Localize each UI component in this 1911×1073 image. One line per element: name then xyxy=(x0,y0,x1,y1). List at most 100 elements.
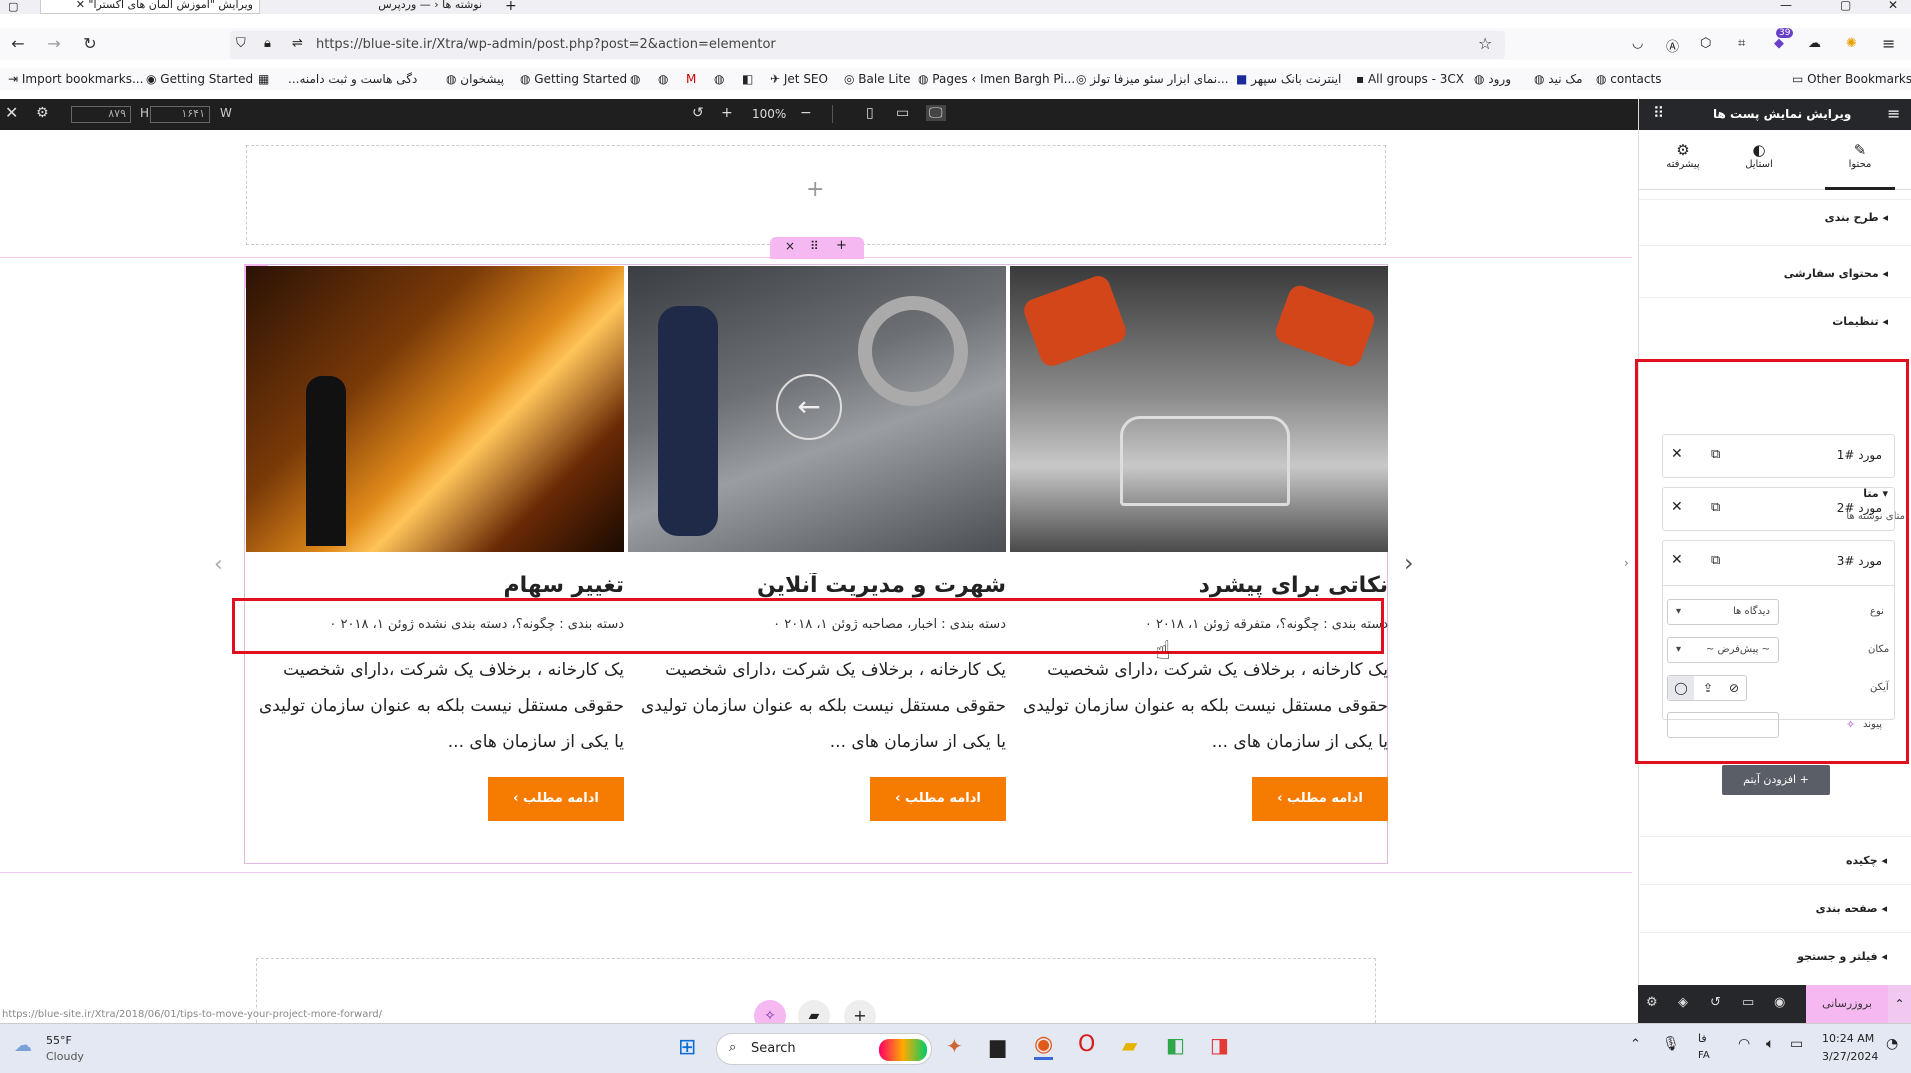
forward-icon[interactable]: → xyxy=(44,34,64,54)
link-input[interactable] xyxy=(1667,712,1779,738)
section-custom-content[interactable]: ◂ محتوای سفارشی xyxy=(1639,245,1911,293)
pocket-icon[interactable]: ◡ xyxy=(1632,36,1643,51)
close-window-icon[interactable]: ✕ xyxy=(1888,0,1898,12)
remove-icon[interactable]: ✕ xyxy=(1671,552,1683,568)
recorder-icon[interactable]: ◨ xyxy=(1210,1033,1229,1057)
read-more-button[interactable]: ادامه مطلب › xyxy=(1252,777,1388,821)
slider-arrow-icon[interactable]: ← xyxy=(776,374,842,440)
bookmark-star-icon[interactable]: ☆ xyxy=(1478,34,1492,53)
minimize-icon[interactable]: — xyxy=(1780,0,1792,12)
read-more-button[interactable]: ادامه مطلب › xyxy=(870,777,1006,821)
zoom-in-icon[interactable]: + xyxy=(721,105,733,121)
bookmark-item[interactable]: ◍ xyxy=(630,72,640,86)
undo-icon[interactable]: ↺ xyxy=(692,105,704,121)
section-handle[interactable]: × ⠿ + xyxy=(770,237,864,259)
carousel-prev-icon[interactable]: ‹ xyxy=(214,552,223,577)
hamburger-icon[interactable]: ≡ xyxy=(1887,104,1900,123)
wifi-icon[interactable]: ◠ xyxy=(1738,1036,1750,1052)
add-item-button[interactable]: + افزودن آیتم xyxy=(1722,765,1830,795)
tab-style[interactable]: ◐ استایل xyxy=(1735,141,1783,170)
file-explorer-icon[interactable]: ▰ xyxy=(1122,1033,1137,1057)
bookmark-item[interactable]: ◍ پیشخوان xyxy=(446,72,504,86)
extension-icon[interactable]: ◆ xyxy=(1774,36,1784,51)
post-title[interactable]: تغییر سهام xyxy=(246,573,624,598)
tab-advanced[interactable]: ⚙ پیشرفته xyxy=(1659,141,1707,170)
duplicate-icon[interactable]: ⧉ xyxy=(1711,553,1720,568)
desktop-icon[interactable]: 🖵︎ xyxy=(926,105,946,121)
bookmark-item[interactable]: ◎ نمای ابزار سئو میزفا تولز... xyxy=(1076,72,1229,86)
language-indicator[interactable]: فا xyxy=(1698,1032,1707,1045)
history-icon[interactable]: ↺ xyxy=(1710,995,1721,1010)
tablet-icon[interactable]: ▭ xyxy=(896,105,909,121)
duplicate-icon[interactable]: ⧉ xyxy=(1711,447,1720,462)
bookmark-item[interactable]: ◍ xyxy=(658,72,668,86)
windows-start-icon[interactable]: ⊞ xyxy=(678,1035,696,1060)
bookmark-item[interactable]: دگی هاست و ثبت دامنه... xyxy=(288,72,417,86)
section-filter-search[interactable]: ◂ فیلتر و جستجو xyxy=(1638,932,1911,980)
chevron-up-icon[interactable]: ⌃ xyxy=(1888,985,1911,1023)
maximize-icon[interactable]: ▢ xyxy=(1840,0,1851,12)
upload-icon[interactable]: ⇪ xyxy=(1695,676,1721,700)
browser-tab-active[interactable]: ویرایش "آموزش المان های اکسترا" ✕ xyxy=(40,0,260,14)
bookmark-item[interactable]: ▭ Other Bookmarks xyxy=(1792,72,1911,86)
bookmark-item[interactable]: ◍ Pages ‹ Imen Bargh Pi... xyxy=(918,72,1075,86)
clock-time[interactable]: 10:24 AM xyxy=(1822,1032,1874,1045)
close-icon[interactable]: ✕ xyxy=(5,103,18,122)
zoom-out-icon[interactable]: − xyxy=(800,105,812,121)
post-image[interactable] xyxy=(246,266,624,552)
new-tab-icon[interactable]: + xyxy=(505,0,517,14)
bookmark-item[interactable]: ◎ Bale Lite xyxy=(844,72,911,86)
post-title[interactable]: شهرت و مدیریت آنلاین xyxy=(628,573,1006,598)
close-icon[interactable]: ✕ xyxy=(76,0,85,11)
comment-icon[interactable]: ◯ xyxy=(1668,676,1694,700)
update-button[interactable]: بروزرسانی xyxy=(1806,985,1888,1023)
weather-temp[interactable]: 55°F xyxy=(46,1034,72,1047)
bookmark-item[interactable]: ◍ ورود xyxy=(1474,72,1511,86)
post-image[interactable] xyxy=(1010,266,1388,552)
delete-section-icon[interactable]: × xyxy=(785,239,795,253)
bookmark-item[interactable]: ◉ Getting Started xyxy=(146,72,253,86)
remove-icon[interactable]: ✕ xyxy=(1671,499,1683,515)
bookmark-item[interactable]: ◍ xyxy=(714,72,724,86)
shield-icon[interactable]: ⛉ xyxy=(236,36,246,51)
gear-icon[interactable]: ⚙ xyxy=(36,105,49,121)
browser-tab[interactable]: نوشته ها ‹ — وردپرس xyxy=(268,0,488,14)
add-section-icon[interactable]: + xyxy=(806,177,824,202)
none-icon[interactable]: ⊘ xyxy=(1721,676,1747,700)
section-pagination[interactable]: ◂ صفحه بندی xyxy=(1638,884,1911,932)
bookmark-item[interactable]: ▦ xyxy=(258,72,269,86)
section-excerpt[interactable]: ◂ چکیده xyxy=(1638,836,1911,884)
position-select[interactable]: ~ پیش‌فرض ~ ▾ xyxy=(1667,637,1779,663)
repeater-item[interactable]: مورد #2 ⧉ ✕ xyxy=(1662,487,1895,531)
crop-icon[interactable]: ⌗ xyxy=(1738,36,1745,51)
tray-chevron-icon[interactable]: ⌃ xyxy=(1630,1037,1641,1052)
responsive-icon[interactable]: ▭ xyxy=(1742,995,1754,1010)
navigator-icon[interactable]: ◈ xyxy=(1678,995,1688,1010)
repeater-item[interactable]: مورد #1 ⧉ ✕ xyxy=(1662,434,1895,478)
bookmark-item[interactable]: M xyxy=(686,72,696,86)
bookmark-item[interactable]: ▪ All groups - 3CX xyxy=(1356,72,1464,86)
dynamic-tags-icon[interactable]: ✧ xyxy=(1846,718,1855,731)
url-text[interactable]: https://blue-site.ir/Xtra/wp-admin/post.… xyxy=(316,37,776,52)
drag-section-icon[interactable]: ⠿ xyxy=(810,239,819,253)
vpn-icon[interactable]: ☁ xyxy=(1808,36,1821,51)
menu-icon[interactable]: ≡ xyxy=(1882,34,1895,53)
copilot-icon[interactable]: ✦ xyxy=(946,1034,963,1058)
extensions-icon[interactable]: ⬡ xyxy=(1700,36,1711,51)
camtasia-icon[interactable]: ◧ xyxy=(1166,1033,1185,1057)
addon-icon[interactable]: ✺ xyxy=(1846,36,1857,51)
account-icon[interactable]: Ⓐ xyxy=(1666,36,1679,55)
type-select[interactable]: دیدگاه ها ▾ xyxy=(1667,599,1779,625)
preview-icon[interactable]: ◉ xyxy=(1774,995,1785,1010)
battery-icon[interactable]: ▭ xyxy=(1790,1036,1803,1052)
notification-icon[interactable]: ◔ xyxy=(1886,1036,1898,1052)
add-section-icon[interactable]: + xyxy=(836,238,847,253)
width-input[interactable]: ۸۷۹ xyxy=(71,106,131,123)
bookmark-item[interactable]: ◧ xyxy=(742,72,753,86)
bookmark-item[interactable]: ✈ Jet SEO xyxy=(770,72,828,86)
settings-icon[interactable]: ⚙ xyxy=(1646,995,1658,1010)
collapse-panel-icon[interactable]: › xyxy=(1624,556,1629,570)
volume-icon[interactable]: 🔈︎ xyxy=(1766,1036,1774,1052)
carousel-next-icon[interactable]: › xyxy=(1404,549,1414,577)
reload-icon[interactable]: ↻ xyxy=(80,34,100,54)
